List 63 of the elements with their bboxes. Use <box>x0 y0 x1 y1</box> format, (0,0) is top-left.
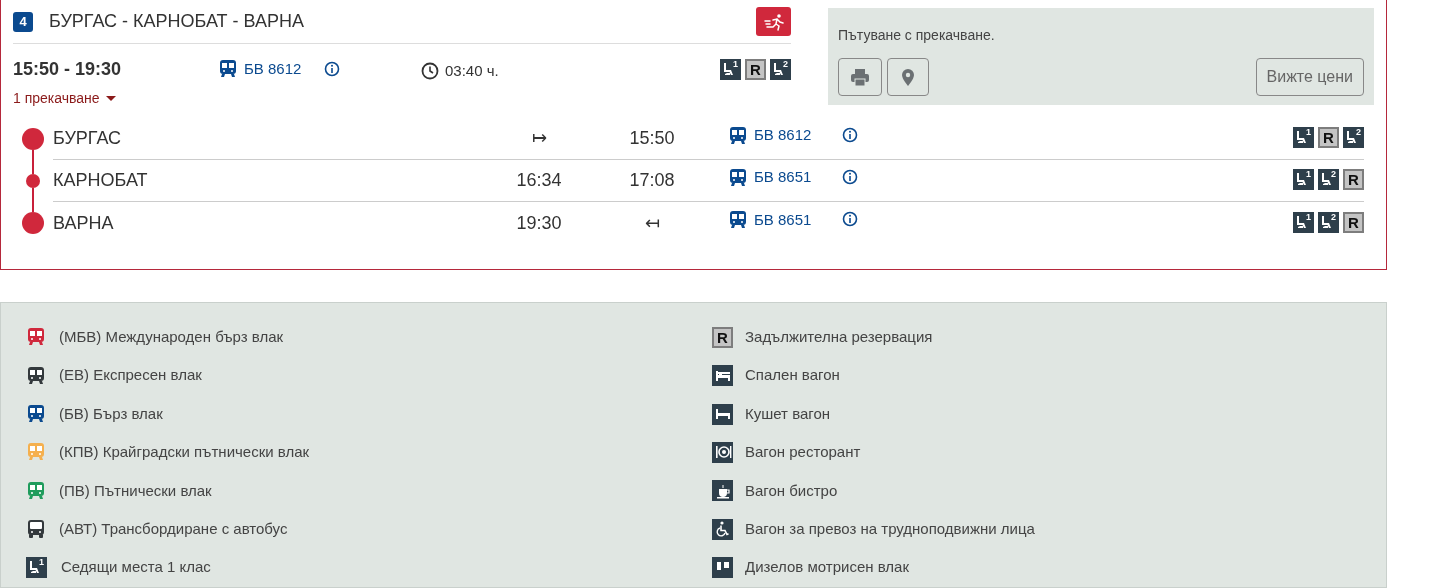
trip-times: 15:50 - 19:30 <box>13 57 123 81</box>
cup-icon <box>712 480 733 502</box>
caret-icon <box>105 96 116 101</box>
reservation-icon: R <box>745 58 766 80</box>
station-name: БУРГАС <box>53 127 122 150</box>
info-icon <box>842 126 858 143</box>
legend-label: (КПВ) Крайградски пътнически влак <box>59 442 310 463</box>
transfers-toggle[interactable]: 1 прекачване <box>13 88 116 109</box>
couchette-icon <box>712 403 733 425</box>
wheelchair-icon <box>712 518 733 540</box>
arrival-time: 16:34 <box>515 169 563 192</box>
station-name: КАРНОБАТ <box>53 169 149 192</box>
seat-icon: 1 <box>720 58 741 80</box>
prices-button[interactable]: Вижте цени <box>1255 58 1364 96</box>
reservation-icon: R <box>1343 169 1364 190</box>
reservation-icon: R <box>1343 211 1364 233</box>
legend-label: Вагон за превоз на трудноподвижни лица <box>745 519 1035 540</box>
seat-icon: 1 <box>26 557 47 579</box>
seat-icon: 1 <box>1293 127 1314 148</box>
legend-label: (ЕВ) Експресен влак <box>59 365 202 386</box>
seat-icon: 2 <box>1318 211 1339 233</box>
legend-label: Вагон бистро <box>745 480 838 501</box>
legend-label: Вагон ресторант <box>745 442 861 463</box>
train-number[interactable]: БВ 8612 <box>754 124 812 147</box>
reservation-icon: R <box>712 326 733 348</box>
train-number[interactable]: БВ 8651 <box>754 208 812 232</box>
info-icon <box>842 168 858 185</box>
legend-label: Спален вагон <box>745 365 840 386</box>
station-name: ВАРНА <box>53 211 115 235</box>
arrival-time: ↦ <box>530 127 548 150</box>
legend-label: (АВТ) Трансбордиране с автобус <box>59 519 288 540</box>
legend-label: Дизелов мотрисен влак <box>745 557 909 578</box>
print-button[interactable] <box>838 58 882 96</box>
departure-time: 15:50 <box>628 127 676 150</box>
clock-icon <box>421 62 439 80</box>
legend-label: (БВ) Бърз влак <box>59 403 163 424</box>
legend-label: (ПВ) Пътнически влак <box>59 480 212 501</box>
seat-icon: 2 <box>1343 127 1364 148</box>
info-icon <box>324 61 340 77</box>
train-number[interactable]: БВ 8612 <box>244 57 302 81</box>
panel-note: Пътуване с прекачване. <box>838 26 996 45</box>
map-pin-icon <box>902 68 914 86</box>
arrival-time: 19:30 <box>515 211 563 235</box>
departure-time: 17:08 <box>628 169 676 192</box>
printer-icon <box>850 68 870 86</box>
legend-label: Седящи места 1 клас <box>61 557 211 578</box>
route-title: БУРГАС - КАРНОБАТ - ВАРНА <box>49 10 304 33</box>
seat-icon: 1 <box>1293 211 1314 233</box>
route-number-badge: 4 <box>13 11 33 32</box>
legend-label: (МБВ) Международен бърз влак <box>59 326 284 347</box>
seat-icon: 1 <box>1293 169 1314 190</box>
seat-icon: 2 <box>770 58 791 80</box>
map-pin-button[interactable] <box>887 58 929 96</box>
bed-icon <box>712 365 733 387</box>
train-number[interactable]: БВ 8651 <box>754 166 812 189</box>
departure-time: ↤ <box>643 211 661 235</box>
seat-icon: 2 <box>1318 169 1339 190</box>
plate-icon <box>712 441 733 463</box>
legend-label: Кушет вагон <box>745 403 831 424</box>
reservation-icon: R <box>1318 127 1339 148</box>
legend-label: Задължителна резервация <box>745 326 933 347</box>
duration: 03:40 ч. <box>445 60 499 81</box>
info-icon <box>842 211 858 227</box>
